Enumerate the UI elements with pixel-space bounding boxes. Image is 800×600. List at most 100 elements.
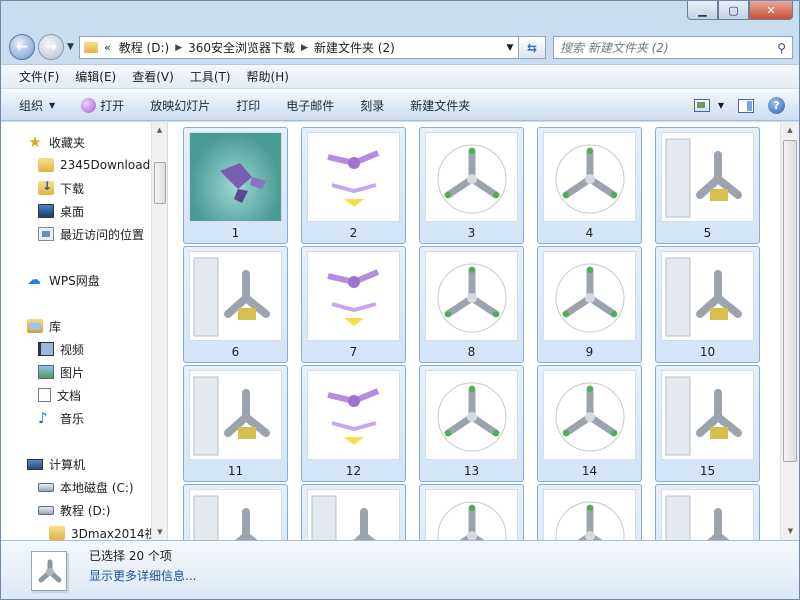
show-more-details-link[interactable]: 显示更多详细信息... <box>89 567 196 584</box>
organize-button[interactable]: 组织 ▼ <box>19 97 55 114</box>
nav-computer[interactable]: 计算机 <box>27 453 85 475</box>
thumbnail-image <box>661 132 754 222</box>
thumbnail-image <box>543 132 636 222</box>
file-thumbnail[interactable]: 12 <box>301 365 406 482</box>
thumbnail-image <box>307 489 400 540</box>
search-icon[interactable]: ⚲ <box>777 41 786 55</box>
nav-wps-cloud[interactable]: ☁ WPS网盘 <box>27 269 100 291</box>
menu-bar: 文件(F) 编辑(E) 查看(V) 工具(T) 帮助(H) <box>1 64 799 88</box>
menu-tools[interactable]: 工具(T) <box>182 68 239 85</box>
maximize-icon: ▢ <box>728 3 739 17</box>
file-thumbnail[interactable]: 4 <box>537 127 642 244</box>
file-thumbnail[interactable]: 14 <box>537 365 642 482</box>
thumbnail-image <box>189 251 282 341</box>
file-list-scrollbar[interactable]: ▲ ▼ <box>780 122 799 540</box>
file-thumbnail[interactable] <box>183 484 288 540</box>
title-bar[interactable]: ▁ ▢ ✕ <box>1 1 799 31</box>
nav-item-music[interactable]: ♪ 音乐 <box>38 407 84 429</box>
refresh-icon: ⇆ <box>526 40 538 55</box>
desktop-icon <box>38 204 54 218</box>
thumbnail-image <box>661 370 754 460</box>
nav-pane-scrollbar[interactable]: ▲ ▼ <box>151 122 167 540</box>
thumbnail-label: 13 <box>463 464 480 478</box>
file-thumbnail[interactable]: 8 <box>419 246 524 363</box>
nav-item-recent[interactable]: 最近访问的位置 <box>38 223 144 245</box>
thumbnail-image <box>543 489 636 540</box>
maximize-button[interactable]: ▢ <box>718 1 749 20</box>
refresh-button[interactable]: ⇆ <box>519 36 546 59</box>
forward-arrow-icon: → <box>45 39 57 55</box>
search-box[interactable]: ⚲ <box>553 36 793 59</box>
breadcrumb-current[interactable]: 新建文件夹 (2) <box>314 39 395 56</box>
thumbnail-label: 8 <box>467 345 476 359</box>
thumbnail-image <box>189 370 282 460</box>
scroll-up-icon[interactable]: ▲ <box>152 122 167 138</box>
thumbnail-label: 5 <box>703 226 712 240</box>
slideshow-button[interactable]: 放映幻灯片 <box>150 97 210 114</box>
help-icon[interactable]: ? <box>768 97 785 114</box>
nav-item-drive-d[interactable]: 教程 (D:) <box>38 499 110 521</box>
address-overflow[interactable]: « <box>104 41 111 54</box>
file-thumbnail[interactable]: 10 <box>655 246 760 363</box>
nav-item-2345downloads[interactable]: 2345Downloads <box>38 154 151 176</box>
file-thumbnail[interactable]: 3 <box>419 127 524 244</box>
scroll-down-icon[interactable]: ▼ <box>152 524 168 540</box>
file-thumbnail[interactable] <box>655 484 760 540</box>
file-list: 1 2 3 4 5 6 7 8 9 10 11 12 13 14 15 <box>168 122 780 540</box>
open-button[interactable]: 打开 <box>81 97 124 114</box>
history-dropdown-icon[interactable]: ▼ <box>67 42 74 52</box>
chevron-right-icon[interactable]: ▶ <box>301 43 308 53</box>
address-bar[interactable]: « 教程 (D:) ▶ 360安全浏览器下载 ▶ 新建文件夹 (2) ▼ <box>79 36 519 59</box>
breadcrumb-drive[interactable]: 教程 (D:) ▶ <box>119 39 182 56</box>
menu-help[interactable]: 帮助(H) <box>239 68 297 85</box>
file-thumbnail[interactable]: 1 <box>183 127 288 244</box>
nav-item-pictures[interactable]: 图片 <box>38 361 84 383</box>
file-thumbnail[interactable]: 15 <box>655 365 760 482</box>
chevron-down-icon: ▼ <box>49 100 56 110</box>
nav-item-downloads[interactable]: 下载 <box>38 177 84 199</box>
file-thumbnail[interactable]: 7 <box>301 246 406 363</box>
address-dropdown-icon[interactable]: ▼ <box>502 43 518 53</box>
minimize-icon: ▁ <box>698 3 707 17</box>
close-button[interactable]: ✕ <box>749 1 793 20</box>
file-thumbnail[interactable] <box>537 484 642 540</box>
nav-item-drive-c[interactable]: 本地磁盘 (C:) <box>38 476 134 498</box>
file-thumbnail[interactable]: 5 <box>655 127 760 244</box>
nav-item-3dmax[interactable]: 3Dmax2014视▼ <box>49 522 151 540</box>
print-button[interactable]: 打印 <box>236 97 260 114</box>
nav-libraries[interactable]: 库 <box>27 315 61 337</box>
menu-view[interactable]: 查看(V) <box>124 68 182 85</box>
scroll-thumb[interactable] <box>154 162 166 204</box>
new-folder-button[interactable]: 新建文件夹 <box>410 97 470 114</box>
file-thumbnail[interactable]: 2 <box>301 127 406 244</box>
back-button[interactable]: ← <box>9 34 35 60</box>
file-thumbnail[interactable]: 6 <box>183 246 288 363</box>
scroll-thumb[interactable] <box>783 140 797 462</box>
forward-button[interactable]: → <box>38 34 64 60</box>
scroll-up-icon[interactable]: ▲ <box>781 122 799 139</box>
nav-item-videos[interactable]: 视频 <box>38 338 84 360</box>
chevron-right-icon[interactable]: ▶ <box>175 43 182 53</box>
breadcrumb-folder[interactable]: 360安全浏览器下载 ▶ <box>188 39 308 56</box>
nav-favorites[interactable]: ★ 收藏夹 <box>27 131 85 153</box>
file-thumbnail[interactable]: 13 <box>419 365 524 482</box>
minimize-button[interactable]: ▁ <box>687 1 718 20</box>
file-thumbnail[interactable] <box>419 484 524 540</box>
nav-item-desktop[interactable]: 桌面 <box>38 200 84 222</box>
view-options-dropdown-icon[interactable]: ▼ <box>718 101 724 110</box>
computer-icon <box>27 458 43 470</box>
menu-edit[interactable]: 编辑(E) <box>67 68 124 85</box>
scroll-down-icon[interactable]: ▼ <box>781 523 799 540</box>
preview-pane-icon[interactable] <box>738 98 754 113</box>
file-thumbnail[interactable]: 11 <box>183 365 288 482</box>
pictures-icon <box>38 365 54 379</box>
file-thumbnail[interactable]: 9 <box>537 246 642 363</box>
document-icon <box>38 388 51 402</box>
change-view-icon[interactable] <box>693 99 710 112</box>
file-thumbnail[interactable] <box>301 484 406 540</box>
menu-file[interactable]: 文件(F) <box>11 68 67 85</box>
email-button[interactable]: 电子邮件 <box>286 97 334 114</box>
nav-item-documents[interactable]: 文档 <box>38 384 81 406</box>
search-input[interactable] <box>560 40 760 55</box>
burn-button[interactable]: 刻录 <box>360 97 384 114</box>
